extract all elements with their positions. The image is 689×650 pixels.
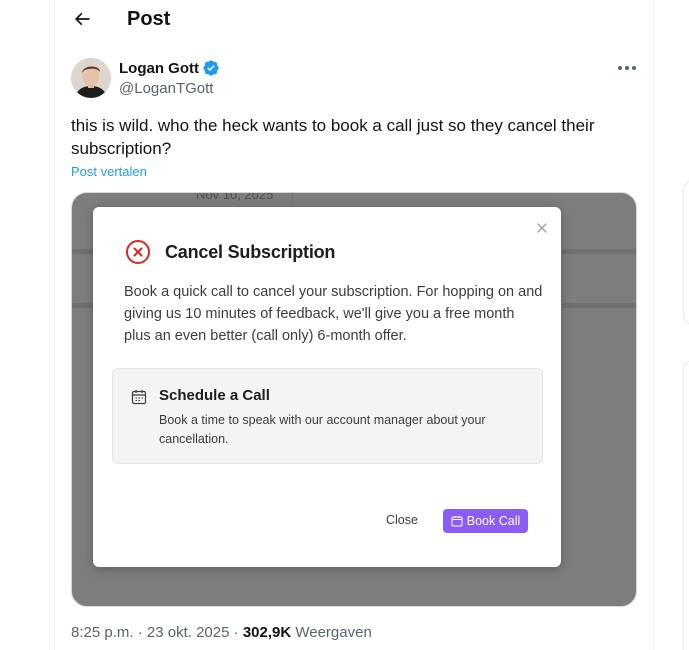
calendar-icon xyxy=(451,516,463,527)
author-name-text: Logan Gott xyxy=(119,59,199,77)
modal-title: Cancel Subscription xyxy=(165,242,336,262)
sidebar-card xyxy=(683,360,689,650)
background-date: Nov 10, 2025 xyxy=(196,192,274,202)
x-circle-icon xyxy=(126,240,150,264)
schedule-call-option[interactable]: Schedule a Call Book a time to speak wit… xyxy=(112,368,543,464)
avatar[interactable] xyxy=(71,58,111,98)
column-border-right xyxy=(653,0,654,650)
more-dots-icon xyxy=(618,66,636,70)
translate-post-link[interactable]: Post vertalen xyxy=(71,164,147,179)
post-meta: 8:25 p.m. · 23 okt. 2025 · 302,9K Weerga… xyxy=(71,624,372,641)
post-date[interactable]: 23 okt. 2025 xyxy=(147,624,230,641)
close-icon[interactable] xyxy=(535,221,549,235)
book-call-button[interactable]: Book Call xyxy=(443,509,528,533)
author-handle[interactable]: @LoganTGott xyxy=(119,80,213,97)
background-row-line xyxy=(72,249,94,254)
close-button[interactable]: Close xyxy=(378,509,426,531)
author-name[interactable]: Logan Gott xyxy=(119,59,220,77)
background-row-line xyxy=(72,303,94,308)
schedule-call-description: Book a time to speak with our account ma… xyxy=(159,413,486,446)
back-button[interactable] xyxy=(69,6,95,32)
background-row-line xyxy=(562,303,636,308)
meta-separator: · xyxy=(137,624,143,641)
column-border-left xyxy=(54,0,55,650)
book-call-label: Book Call xyxy=(466,514,521,528)
more-options-button[interactable] xyxy=(615,58,639,78)
arrow-left-icon xyxy=(74,12,90,26)
post-header: Post xyxy=(55,0,653,40)
calendar-icon xyxy=(131,390,147,405)
post-media-image[interactable]: Nov 10, 2025 Cancel Subscription Book a … xyxy=(71,192,637,607)
sidebar-card xyxy=(683,180,689,325)
background-row-line xyxy=(562,249,636,254)
post-time[interactable]: 8:25 p.m. xyxy=(71,624,134,641)
views-count: 302,9K xyxy=(242,624,292,641)
meta-separator: · xyxy=(233,624,239,641)
avatar-image xyxy=(71,58,111,98)
modal-description: Book a quick call to cancel your subscri… xyxy=(124,284,543,344)
schedule-call-title: Schedule a Call xyxy=(159,387,270,404)
post-text: this is wild. who the heck wants to book… xyxy=(71,116,595,158)
verified-badge-icon xyxy=(203,60,219,76)
cancel-subscription-modal: Cancel Subscription Book a quick call to… xyxy=(93,207,561,567)
views-label: Weergaven xyxy=(295,624,372,641)
page-title: Post xyxy=(127,8,171,30)
